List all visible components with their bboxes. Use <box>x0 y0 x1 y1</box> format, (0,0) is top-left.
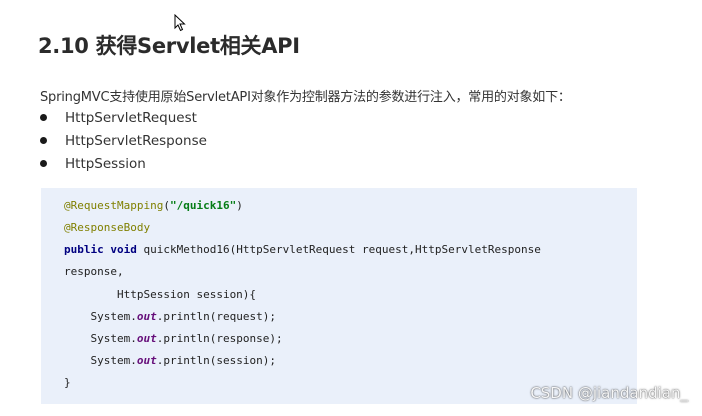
code-line: @RequestMapping("/quick16") <box>64 198 243 214</box>
code-block: @RequestMapping("/quick16") @ResponseBod… <box>41 188 637 404</box>
code-field: out <box>136 354 157 367</box>
code-text: System. <box>64 332 137 345</box>
intro-paragraph: SpringMVC支持使用原始ServletAPI对象作为控制器方法的参数进行注… <box>40 90 571 105</box>
bullet-icon <box>40 114 47 121</box>
code-text: .println(response); <box>156 332 283 345</box>
bullet-icon <box>40 137 47 144</box>
code-text: ( <box>163 199 170 212</box>
code-line: System.out.println(request); <box>64 309 276 325</box>
bullet-icon <box>40 160 47 167</box>
code-text: System. <box>64 354 137 367</box>
code-line: public void quickMethod16(HttpServletReq… <box>64 242 541 258</box>
code-line: @ResponseBody <box>64 220 150 236</box>
watermark: CSDN @jiandandian_ <box>530 384 688 402</box>
list-item-label: HttpSession <box>65 155 146 172</box>
code-text: ) <box>236 199 243 212</box>
code-text: .println(session); <box>156 354 276 367</box>
code-text: quickMethod16(HttpServletRequest request… <box>136 243 541 256</box>
code-keyword: void <box>110 243 137 256</box>
object-list: HttpServletRequest HttpServletResponse H… <box>40 106 207 175</box>
code-field: out <box>136 332 157 345</box>
list-item: HttpServletRequest <box>40 106 207 129</box>
list-item-label: HttpServletRequest <box>65 109 197 126</box>
code-text: System. <box>64 310 137 323</box>
code-line: System.out.println(session); <box>64 353 276 369</box>
code-keyword: public <box>64 243 104 256</box>
code-field: out <box>136 310 157 323</box>
page-title: 2.10 获得Servlet相关API <box>38 34 300 58</box>
list-item: HttpServletResponse <box>40 129 207 152</box>
code-line: } <box>64 376 71 389</box>
code-text: .println(request); <box>156 310 276 323</box>
code-line: HttpSession session){ <box>64 288 257 301</box>
code-line: System.out.println(response); <box>64 331 283 347</box>
code-line: response, <box>64 265 124 278</box>
list-item: HttpSession <box>40 152 207 175</box>
code-annotation: @ResponseBody <box>64 221 151 234</box>
code-string: "/quick16" <box>169 199 237 212</box>
code-annotation: @RequestMapping <box>64 199 164 212</box>
list-item-label: HttpServletResponse <box>65 132 207 149</box>
